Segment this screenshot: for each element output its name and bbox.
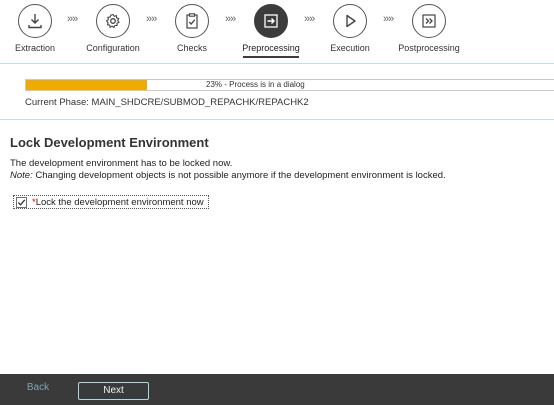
roadmap: Extraction »» Configuration »» Checks »»… (0, 0, 554, 58)
progress-fill (26, 80, 148, 90)
forward-icon (412, 4, 446, 38)
lock-environment-checkbox-field[interactable]: *Lock the development environment now (13, 195, 209, 209)
step-preprocessing[interactable]: Preprocessing (231, 4, 311, 58)
download-icon (18, 4, 52, 38)
step-label: Execution (330, 43, 370, 53)
checkbox-label-text: Lock the development environment now (35, 196, 204, 208)
progress-text: 23% - Process is in a dialog (206, 80, 305, 89)
page-title: Lock Development Environment (10, 135, 209, 150)
current-phase: Current Phase: MAIN_SHDCRE/SUBMOD_REPACH… (25, 97, 309, 108)
note-text: Changing development objects is not poss… (32, 170, 446, 181)
step-label: Configuration (86, 43, 140, 53)
checkmark-icon (17, 198, 26, 206)
divider (0, 63, 554, 64)
step-extraction[interactable]: Extraction (0, 4, 75, 56)
next-button[interactable]: Next (78, 382, 149, 400)
enter-icon (254, 4, 288, 38)
progress-bar: 23% - Process is in a dialog (25, 79, 554, 91)
step-label: Checks (176, 43, 207, 53)
step-postprocessing[interactable]: Postprocessing (389, 4, 469, 56)
step-label: Preprocessing (231, 43, 311, 58)
back-button[interactable]: Back (20, 382, 56, 393)
checkbox-label: *Lock the development environment now (32, 197, 204, 208)
footer-bar: Back Next (0, 374, 554, 405)
step-configuration[interactable]: Configuration (73, 4, 153, 56)
description-line: The development environment has to be lo… (10, 158, 233, 169)
lock-environment-checkbox[interactable] (16, 196, 27, 208)
note-line: Note: Changing development objects is no… (10, 170, 446, 182)
divider (0, 119, 554, 120)
step-label: Extraction (14, 43, 56, 53)
step-label: Postprocessing (398, 43, 460, 53)
gear-icon (96, 4, 130, 38)
play-icon (333, 4, 367, 38)
step-checks[interactable]: Checks (152, 4, 232, 56)
clipboard-check-icon (175, 4, 209, 38)
description: The development environment has to be lo… (10, 158, 446, 182)
note-label: Note: (10, 170, 33, 181)
step-execution[interactable]: Execution (310, 4, 390, 56)
